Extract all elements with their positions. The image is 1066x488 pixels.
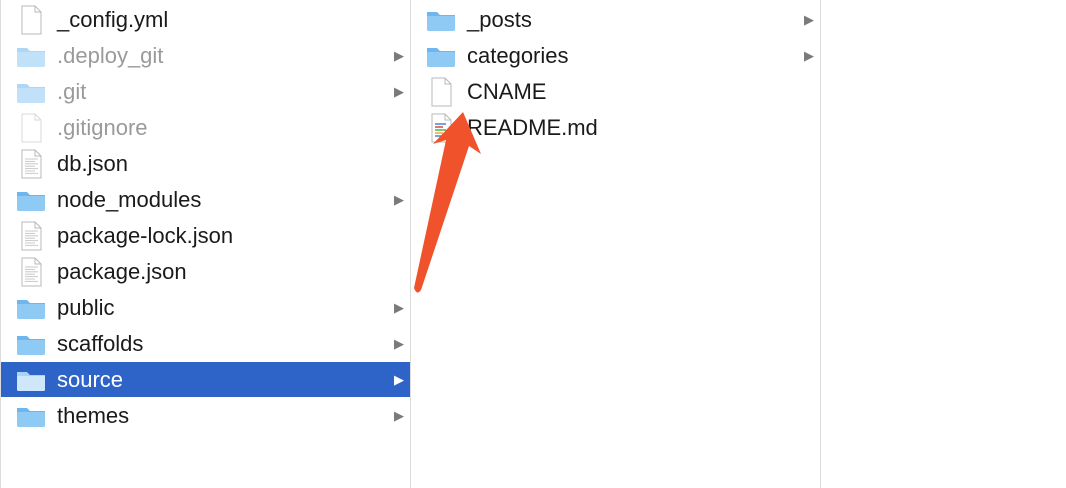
list-item-posts[interactable]: _posts ▶	[411, 2, 820, 37]
item-name: _posts	[467, 7, 532, 32]
folder-icon	[425, 4, 457, 36]
document-icon	[15, 220, 47, 252]
item-name: .deploy_git	[57, 43, 164, 68]
folder-icon	[15, 184, 47, 216]
list-item-package-lock-json[interactable]: package-lock.json	[1, 218, 410, 253]
chevron-right-icon: ▶	[394, 336, 404, 351]
item-name: .git	[57, 79, 87, 104]
list-item-cname[interactable]: CNAME	[411, 74, 820, 109]
list-item-git[interactable]: .git ▶	[1, 74, 410, 109]
chevron-right-icon: ▶	[394, 372, 404, 387]
item-name: public	[57, 295, 115, 320]
folder-icon	[15, 400, 47, 432]
file-icon	[15, 112, 47, 144]
chevron-right-icon: ▶	[804, 12, 814, 27]
item-name: README.md	[467, 115, 598, 140]
list-item-deploy-git[interactable]: .deploy_git ▶	[1, 38, 410, 73]
item-name: source	[57, 367, 124, 392]
list-item-readme-md[interactable]: README.md	[411, 110, 820, 145]
folder-icon	[15, 328, 47, 360]
folder-icon	[425, 40, 457, 72]
column-empty[interactable]	[821, 0, 1066, 488]
document-icon	[15, 256, 47, 288]
item-name: scaffolds	[57, 331, 144, 356]
item-name: CNAME	[467, 79, 547, 104]
list-item-public[interactable]: public ▶	[1, 290, 410, 325]
markdown-file-icon	[425, 112, 457, 144]
finder-column-browser: _config.yml .deploy_git ▶ .git ▶ .gitignore db…	[0, 0, 1066, 488]
document-icon	[15, 148, 47, 180]
list-item-node-modules[interactable]: node_modules ▶	[1, 182, 410, 217]
item-name: package-lock.json	[57, 223, 234, 248]
folder-icon	[15, 364, 47, 396]
item-name: node_modules	[57, 187, 202, 212]
list-item-themes[interactable]: themes ▶	[1, 398, 410, 433]
item-name: categories	[467, 43, 569, 68]
folder-icon	[15, 40, 47, 72]
chevron-right-icon: ▶	[394, 408, 404, 423]
list-item-source[interactable]: source ▶	[1, 362, 410, 397]
folder-icon	[15, 292, 47, 324]
column-source[interactable]: _posts ▶ categories ▶ CNAME README.md	[411, 0, 821, 488]
chevron-right-icon: ▶	[394, 48, 404, 63]
list-item-package-json[interactable]: package.json	[1, 254, 410, 289]
column-project-root[interactable]: _config.yml .deploy_git ▶ .git ▶ .gitignore db…	[0, 0, 411, 488]
list-item-db-json[interactable]: db.json	[1, 146, 410, 181]
list-item-categories[interactable]: categories ▶	[411, 38, 820, 73]
item-name: themes	[57, 403, 130, 428]
list-item-scaffolds[interactable]: scaffolds ▶	[1, 326, 410, 361]
item-name: db.json	[57, 151, 128, 176]
list-item-gitignore[interactable]: .gitignore	[1, 110, 410, 145]
chevron-right-icon: ▶	[394, 84, 404, 99]
file-icon	[15, 4, 47, 36]
folder-icon	[15, 76, 47, 108]
item-name: package.json	[57, 259, 187, 284]
item-name: _config.yml	[57, 7, 169, 32]
file-icon	[425, 76, 457, 108]
chevron-right-icon: ▶	[394, 192, 404, 207]
chevron-right-icon: ▶	[804, 48, 814, 63]
item-name: .gitignore	[57, 115, 148, 140]
list-item-config-yml[interactable]: _config.yml	[1, 2, 410, 37]
chevron-right-icon: ▶	[394, 300, 404, 315]
